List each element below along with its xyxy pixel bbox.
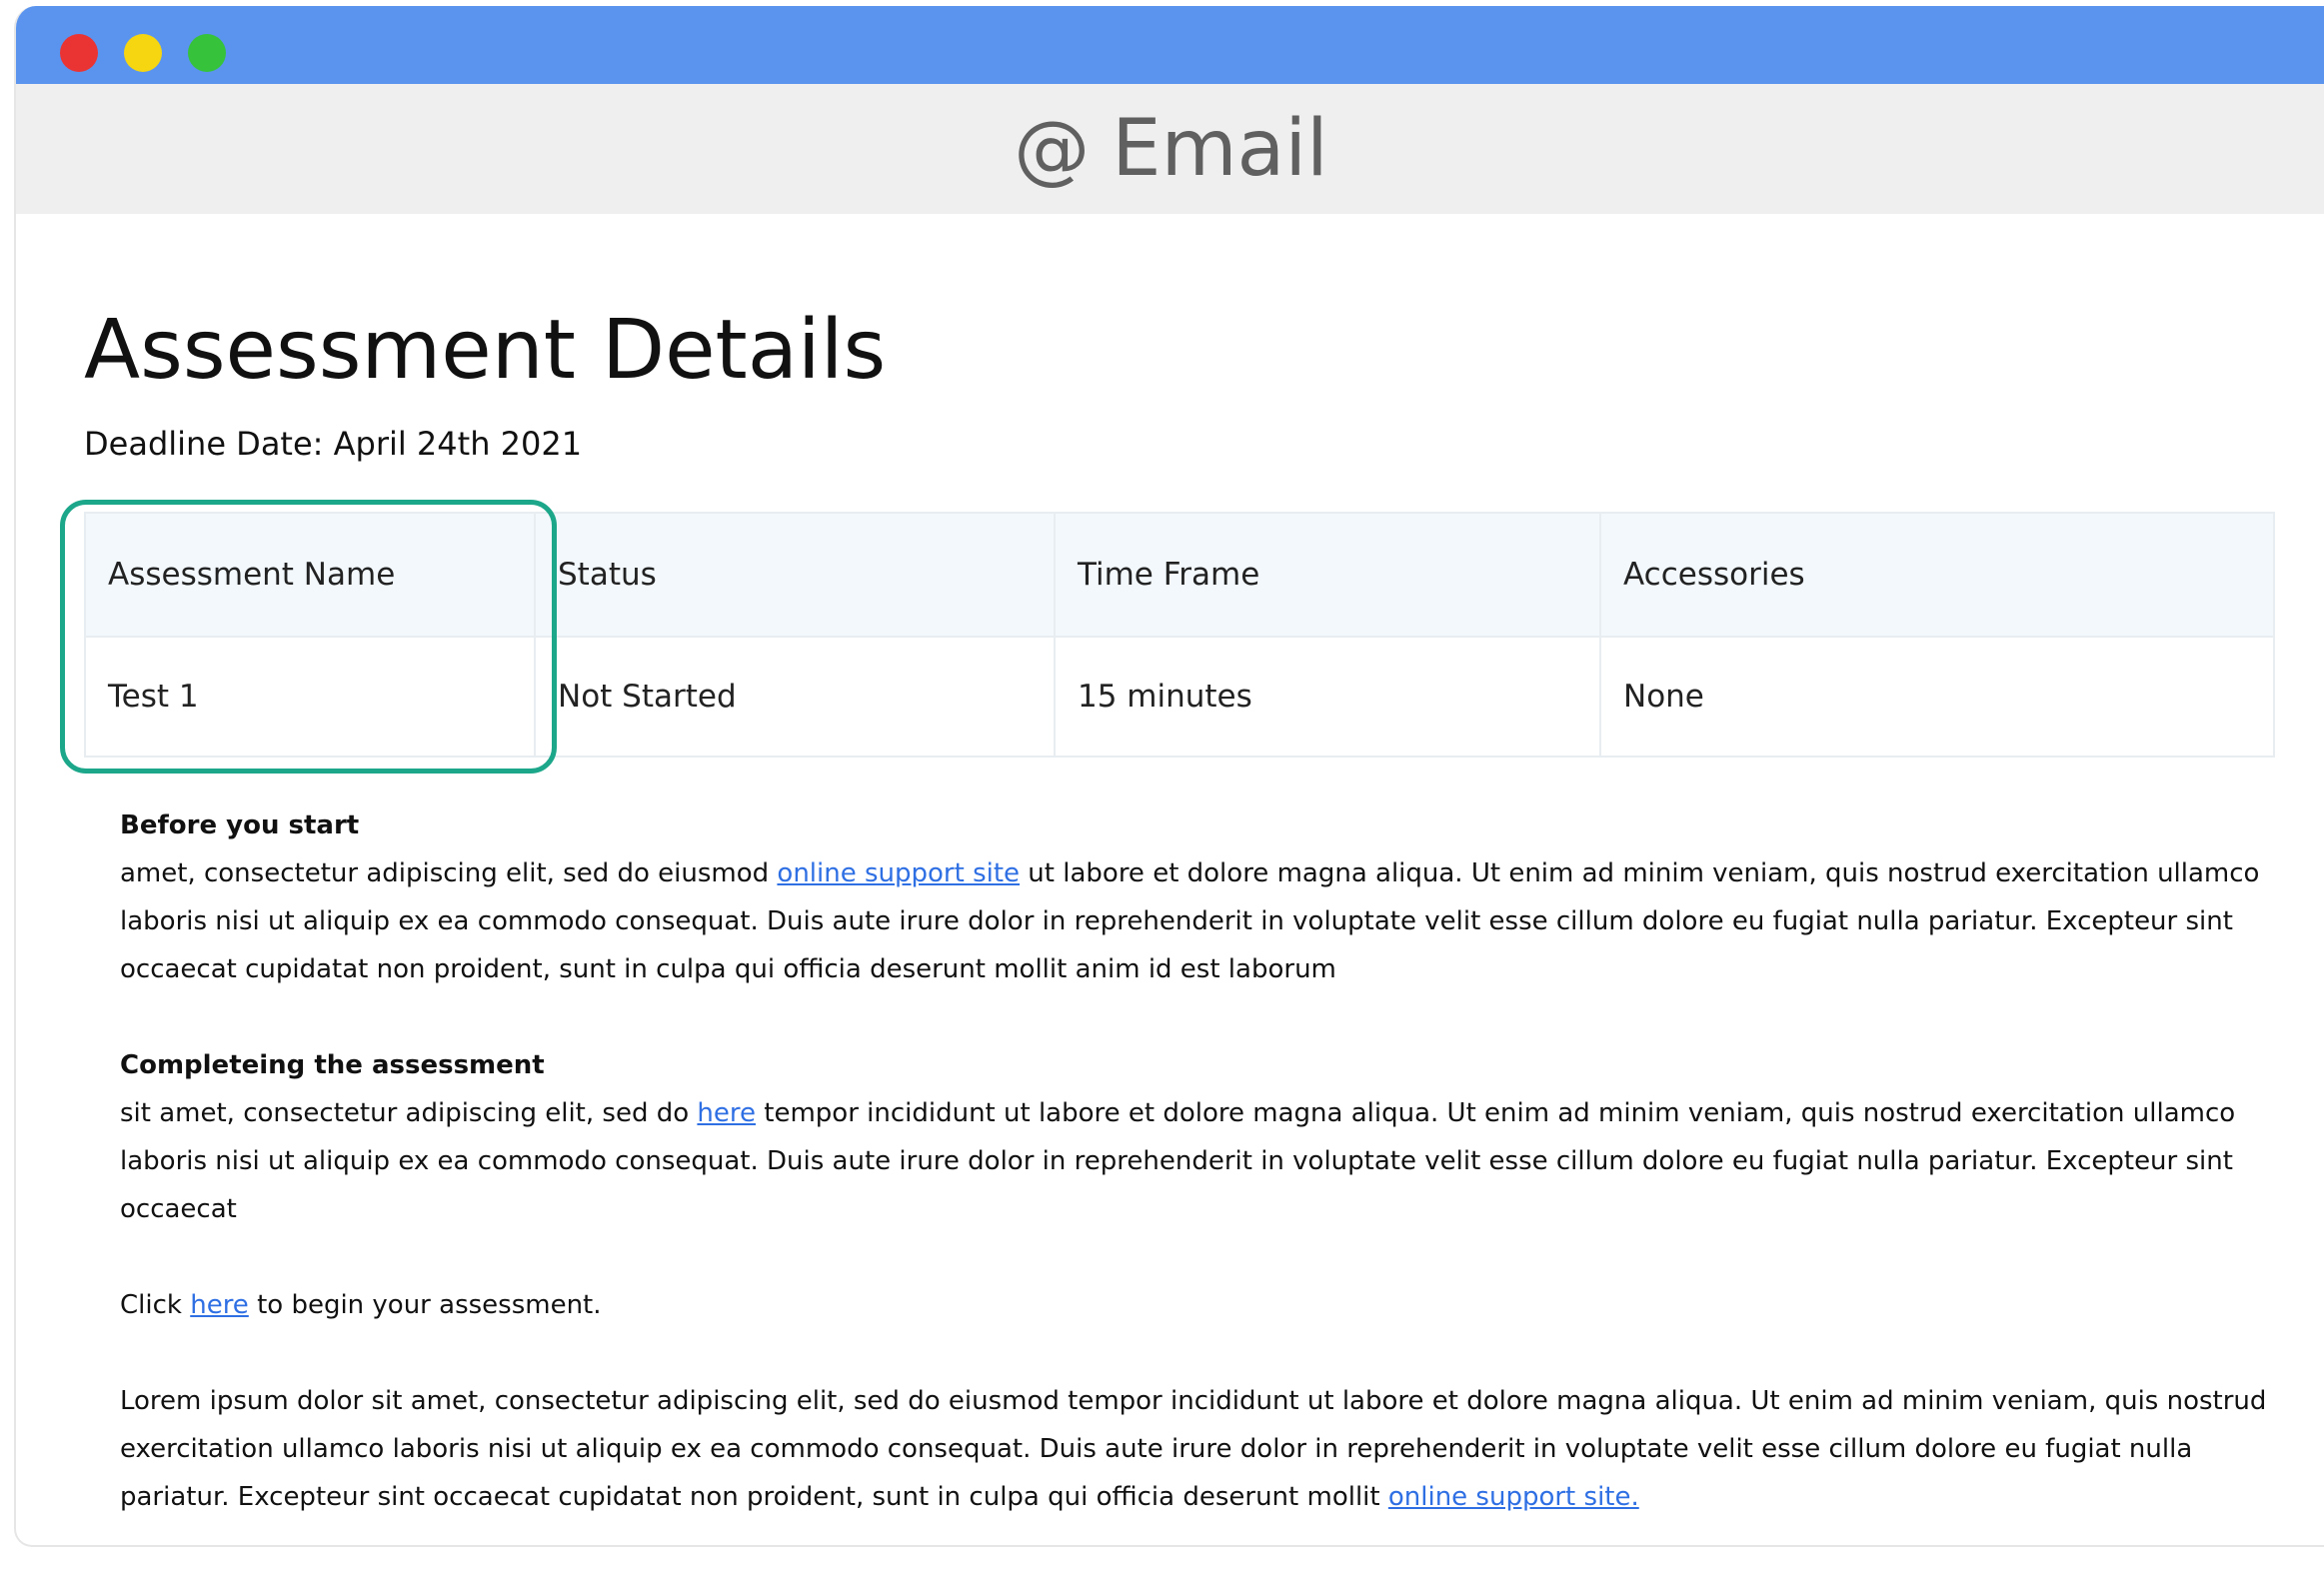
app-header: @ Email [16, 84, 2324, 214]
online-support-link[interactable]: online support site. [1388, 1482, 1639, 1512]
section-text: Click here to begin your assessment. [120, 1290, 602, 1320]
header-accessories: Accessories [1599, 512, 2275, 638]
section-heading: Before you start [120, 810, 360, 840]
section-lorem: Lorem ipsum dolor sit amet, consectetur … [120, 1377, 2279, 1521]
close-window-button[interactable] [60, 34, 98, 72]
minimize-window-button[interactable] [124, 34, 162, 72]
section-completing: Completeing the assessment sit amet, con… [120, 1041, 2279, 1233]
header-assessment-name: Assessment Name [84, 512, 536, 638]
cell-status: Not Started [534, 636, 1056, 758]
table-row: Test 1 Not Started 15 minutes None [84, 636, 2275, 758]
section-text: sit amet, consectetur adipiscing elit, s… [120, 1098, 2236, 1224]
at-icon: @ [1014, 104, 1091, 193]
section-text: Lorem ipsum dolor sit amet, consectetur … [120, 1386, 2267, 1512]
header-time-frame: Time Frame [1054, 512, 1601, 638]
cell-accessories: None [1599, 636, 2275, 758]
online-support-link[interactable]: online support site [777, 858, 1020, 888]
here-link[interactable]: here [697, 1098, 756, 1128]
begin-assessment-link[interactable]: here [190, 1290, 249, 1320]
page-title: Assessment Details [84, 303, 887, 398]
section-click-to-begin: Click here to begin your assessment. [120, 1281, 2279, 1329]
section-before-you-start: Before you start amet, consectetur adipi… [120, 801, 2279, 993]
window-titlebar [16, 6, 2324, 84]
assessment-table: Assessment Name Status Time Frame Access… [84, 512, 2275, 758]
section-heading: Completeing the assessment [120, 1050, 545, 1080]
section-text: amet, consectetur adipiscing elit, sed d… [120, 858, 2260, 984]
app-title: Email [1112, 104, 1328, 194]
table-header-row: Assessment Name Status Time Frame Access… [84, 512, 2275, 638]
zoom-window-button[interactable] [188, 34, 226, 72]
cell-time-frame: 15 minutes [1054, 636, 1601, 758]
email-body: Before you start amet, consectetur adipi… [120, 801, 2279, 1569]
deadline-date: Deadline Date: April 24th 2021 [84, 425, 583, 463]
cell-assessment-name: Test 1 [84, 636, 536, 758]
header-status: Status [534, 512, 1056, 638]
